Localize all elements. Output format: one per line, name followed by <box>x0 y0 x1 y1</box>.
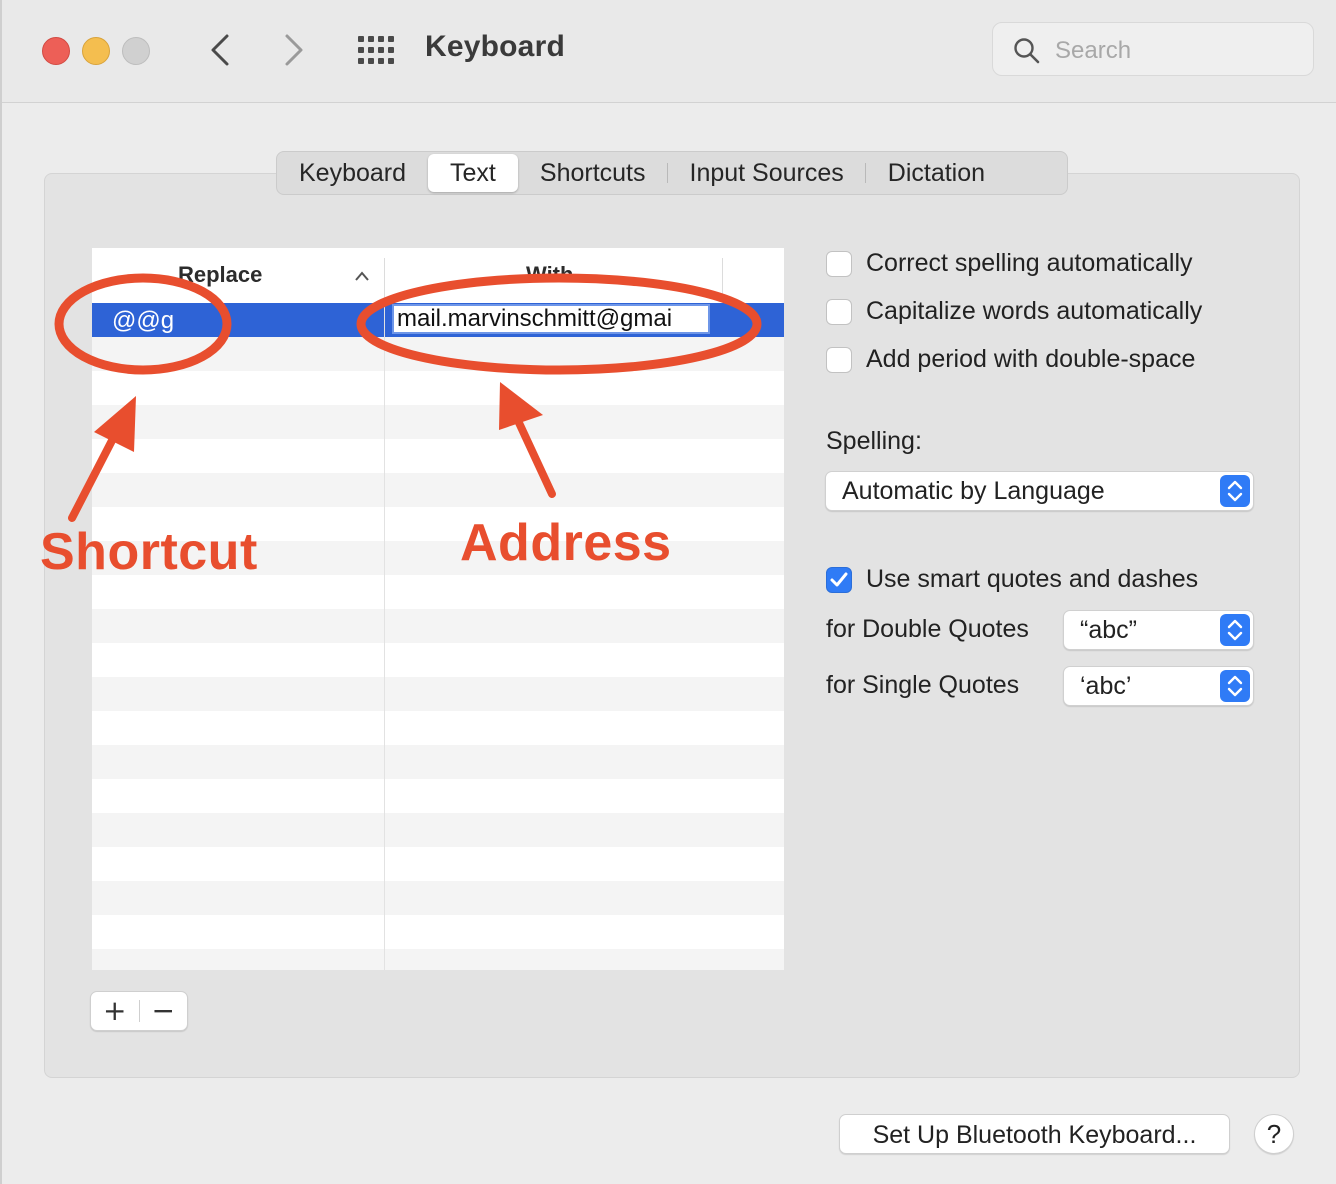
table-row <box>92 371 784 405</box>
table-header: Replace With <box>92 248 784 304</box>
column-divider <box>384 303 385 970</box>
single-quotes-select[interactable]: ‘abc’ <box>1063 666 1254 706</box>
up-down-chevron-icon <box>1227 480 1243 502</box>
tab-keyboard[interactable]: Keyboard <box>277 154 428 192</box>
search-icon <box>1014 38 1040 64</box>
table-row <box>92 915 784 949</box>
setup-bluetooth-keyboard-button[interactable]: Set Up Bluetooth Keyboard... <box>839 1114 1230 1154</box>
grid-icon <box>358 36 394 64</box>
annotation-label-shortcut: Shortcut <box>40 523 258 581</box>
single-quotes-value: ‘abc’ <box>1080 672 1132 700</box>
with-cell-editor[interactable]: mail.marvinschmitt@gmai <box>392 304 710 334</box>
select-stepper <box>1220 475 1250 507</box>
tab-input-sources[interactable]: Input Sources <box>668 154 867 192</box>
show-all-button[interactable] <box>354 32 398 68</box>
column-separator <box>384 258 385 298</box>
table-row <box>92 337 784 371</box>
close-button[interactable] <box>42 37 70 65</box>
spelling-value: Automatic by Language <box>842 477 1105 505</box>
zoom-button[interactable] <box>122 37 150 65</box>
smart-quotes-option[interactable]: Use smart quotes and dashes <box>826 565 1198 594</box>
double-quotes-select[interactable]: “abc” <box>1063 610 1254 650</box>
add-remove-control: + − <box>90 991 188 1031</box>
window-title: Keyboard <box>425 30 565 63</box>
tab-text[interactable]: Text <box>428 154 518 192</box>
table-row <box>92 813 784 847</box>
table-row[interactable]: @@g mail.marvinschmitt@gmai <box>92 303 784 337</box>
column-header-with[interactable]: With <box>526 262 573 288</box>
column-header-replace[interactable]: Replace <box>178 262 262 288</box>
add-period-checkbox[interactable] <box>826 346 852 373</box>
table-row <box>92 643 784 677</box>
tab-bar: Keyboard Text Shortcuts Input Sources Di… <box>276 151 1068 195</box>
select-stepper <box>1220 614 1250 646</box>
checkmark-icon <box>830 572 848 586</box>
add-period-option[interactable]: Add period with double-space <box>826 345 1195 374</box>
table-row <box>92 711 784 745</box>
table-row <box>92 439 784 473</box>
search-input[interactable] <box>1053 35 1297 67</box>
add-period-label: Add period with double-space <box>866 345 1196 373</box>
table-row <box>92 847 784 881</box>
table-row <box>92 405 784 439</box>
chevron-left-icon <box>211 34 229 66</box>
double-quotes-value: “abc” <box>1080 616 1137 644</box>
table-row <box>92 473 784 507</box>
spelling-label: Spelling: <box>826 427 922 455</box>
double-quotes-label: for Double Quotes <box>826 615 1029 643</box>
table-row <box>92 949 784 970</box>
minimize-button[interactable] <box>82 37 110 65</box>
select-stepper <box>1220 670 1250 702</box>
remove-button[interactable]: − <box>139 992 187 1030</box>
up-down-chevron-icon <box>1227 675 1243 697</box>
correct-spelling-checkbox[interactable] <box>826 250 852 277</box>
table-row <box>92 779 784 813</box>
preferences-window: Keyboard Keyboard Text Shortcuts Input S… <box>0 0 1336 1184</box>
smart-quotes-checkbox[interactable] <box>826 566 852 593</box>
correct-spelling-label: Correct spelling automatically <box>866 249 1193 277</box>
forward-button[interactable] <box>274 28 314 72</box>
table-row <box>92 881 784 915</box>
text-replacement-table[interactable]: Replace With @@g mail.marvinschmitt@gmai <box>92 248 784 970</box>
capitalize-label: Capitalize words automatically <box>866 297 1203 325</box>
table-row <box>92 677 784 711</box>
tab-shortcuts[interactable]: Shortcuts <box>518 154 668 192</box>
tab-dictation[interactable]: Dictation <box>866 154 1007 192</box>
chevron-right-icon <box>285 34 303 66</box>
table-row <box>92 745 784 779</box>
help-button[interactable]: ? <box>1254 1114 1294 1154</box>
replace-cell[interactable]: @@g <box>112 307 174 335</box>
table-row <box>92 609 784 643</box>
spelling-select[interactable]: Automatic by Language <box>825 471 1254 511</box>
single-quotes-label: for Single Quotes <box>826 671 1020 699</box>
add-button[interactable]: + <box>91 992 139 1030</box>
up-down-chevron-icon <box>1227 619 1243 641</box>
table-rows: @@g mail.marvinschmitt@gmai <box>92 303 784 970</box>
title-bar: Keyboard <box>2 0 1336 103</box>
column-separator <box>722 258 723 298</box>
smart-quotes-label: Use smart quotes and dashes <box>866 565 1199 593</box>
search-field[interactable] <box>992 22 1314 76</box>
back-button[interactable] <box>200 28 240 72</box>
annotation-label-address: Address <box>460 514 672 572</box>
capitalize-option[interactable]: Capitalize words automatically <box>826 297 1202 326</box>
capitalize-checkbox[interactable] <box>826 298 852 325</box>
sort-ascending-icon <box>355 271 369 281</box>
correct-spelling-option[interactable]: Correct spelling automatically <box>826 249 1193 278</box>
